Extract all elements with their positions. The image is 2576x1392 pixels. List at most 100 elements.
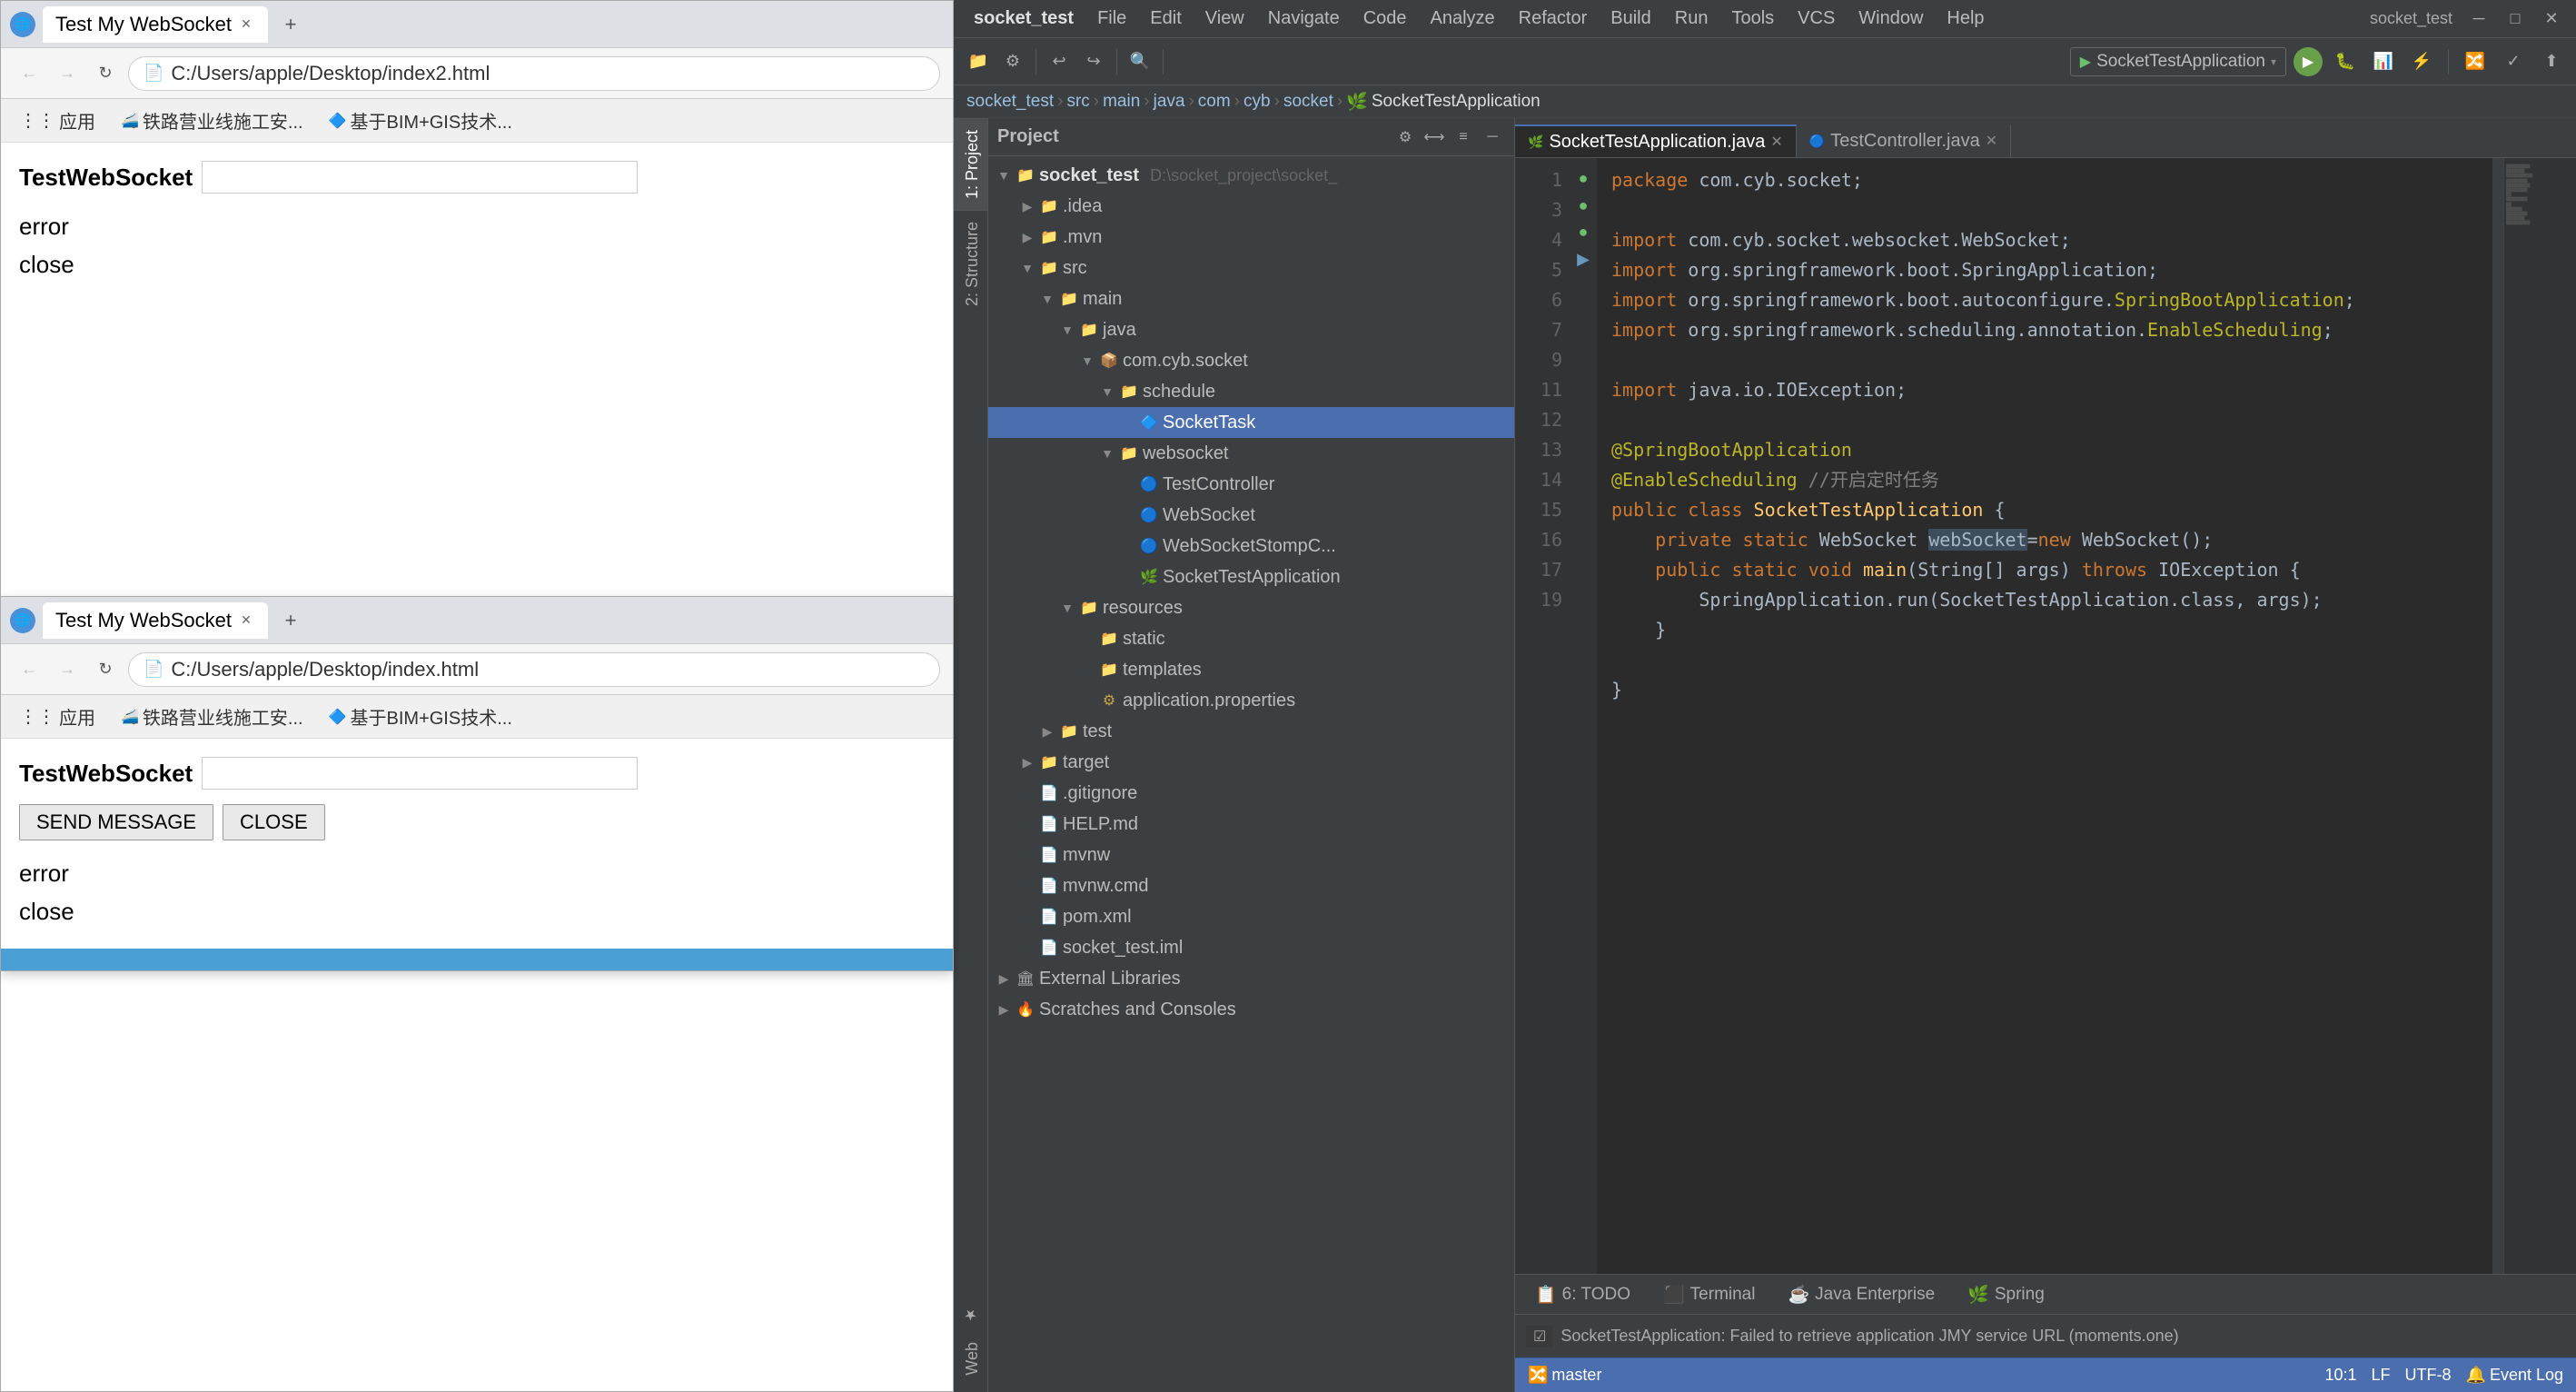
tree-websocketstomp[interactable]: 🔵 WebSocketStompC... xyxy=(988,531,1514,562)
tree-websocket-class[interactable]: 🔵 WebSocket xyxy=(988,500,1514,531)
refresh-btn-2[interactable]: ↻ xyxy=(90,654,121,685)
new-tab-btn-1[interactable]: + xyxy=(275,9,306,40)
tree-mvnw[interactable]: 📄 mvnw xyxy=(988,840,1514,870)
editor-content[interactable]: 1 3 4 5 6 7 9 11 12 13 14 15 16 17 xyxy=(1515,158,2576,1274)
close-btn[interactable]: CLOSE xyxy=(223,804,325,840)
bim-bookmark[interactable]: 🔷 基于BIM+GIS技术... xyxy=(320,104,521,137)
web-tab[interactable]: Web xyxy=(954,1335,987,1383)
forward-btn-2[interactable]: → xyxy=(52,654,83,685)
breadcrumb-socket[interactable]: socket xyxy=(1283,92,1333,112)
debug-btn[interactable]: 🐛 xyxy=(2330,46,2361,77)
close-panel-icon[interactable]: ─ xyxy=(1480,124,1505,150)
tree-static[interactable]: 📁 static xyxy=(988,623,1514,654)
tree-app-properties[interactable]: ⚙ application.properties xyxy=(988,685,1514,716)
ide-menu-run[interactable]: Run xyxy=(1664,5,1719,33)
breadcrumb-socket-test[interactable]: socket_test xyxy=(966,92,1054,112)
new-tab-btn-2[interactable]: + xyxy=(275,605,306,636)
ide-menu-file-item[interactable]: File xyxy=(1086,5,1137,33)
ide-menu-code[interactable]: Code xyxy=(1352,5,1418,33)
refresh-btn-1[interactable]: ↻ xyxy=(90,58,121,89)
tree-templates[interactable]: 📁 templates xyxy=(988,654,1514,685)
tree-testcontroller[interactable]: 🔵 TestController xyxy=(988,469,1514,500)
ide-maximize-btn[interactable]: □ xyxy=(2500,4,2531,35)
breadcrumb-main[interactable]: main xyxy=(1103,92,1140,112)
tree-pomxml[interactable]: 📄 pom.xml xyxy=(988,901,1514,932)
tab-close-2[interactable]: ✕ xyxy=(237,611,255,630)
ide-menu-file[interactable]: socket_test xyxy=(963,5,1085,33)
todo-tab[interactable]: 📋 6: TODO xyxy=(1526,1280,1640,1309)
back-btn-1[interactable]: ← xyxy=(14,58,45,89)
code-editor[interactable]: package com.cyb.socket; import com.cyb.s… xyxy=(1597,158,2492,1274)
project-tab[interactable]: 1: Project xyxy=(954,118,987,210)
java-enterprise-tab[interactable]: ☕ Java Enterprise xyxy=(1778,1280,1944,1309)
tree-schedule[interactable]: ▼ 📁 schedule xyxy=(988,376,1514,407)
browser-tab-2[interactable]: Test My WebSocket ✕ xyxy=(43,602,268,639)
run-config-dropdown[interactable]: ▶ SocketTestApplication ▾ xyxy=(2070,47,2286,76)
tree-test[interactable]: ▶ 📁 test xyxy=(988,716,1514,747)
git-btn[interactable]: 🔀 xyxy=(2460,46,2491,77)
ide-menu-refactor[interactable]: Refactor xyxy=(1508,5,1599,33)
ide-menu-window[interactable]: Window xyxy=(1848,5,1934,33)
status-line-col[interactable]: 10:1 xyxy=(2324,1366,2356,1385)
tree-target[interactable]: ▶ 📁 target xyxy=(988,747,1514,778)
ide-menu-analyze[interactable]: Analyze xyxy=(1420,5,1506,33)
tree-helpmd[interactable]: 📄 HELP.md xyxy=(988,809,1514,840)
run-btn[interactable]: ▶ xyxy=(2294,47,2323,76)
ide-menu-help[interactable]: Help xyxy=(1936,5,1995,33)
ide-menu-build[interactable]: Build xyxy=(1600,5,1661,33)
ide-menu-vcs[interactable]: VCS xyxy=(1787,5,1846,33)
tree-resources[interactable]: ▼ 📁 resources xyxy=(988,592,1514,623)
breadcrumb-cyb[interactable]: cyb xyxy=(1243,92,1271,112)
tree-sockettask[interactable]: 🔷 SocketTask xyxy=(988,407,1514,438)
commit-btn[interactable]: ✓ xyxy=(2498,46,2529,77)
undo-btn[interactable]: ↩ xyxy=(1044,46,1075,77)
send-message-btn[interactable]: SEND MESSAGE xyxy=(19,804,213,840)
tree-external-libs[interactable]: ▶ 🏛 External Libraries xyxy=(988,963,1514,994)
tree-mvn[interactable]: ▶ 📁 .mvn xyxy=(988,222,1514,253)
ide-minimize-btn[interactable]: ─ xyxy=(2463,4,2494,35)
bim-bookmark-2[interactable]: 🔷 基于BIM+GIS技术... xyxy=(320,700,521,733)
browser-tab-1[interactable]: Test My WebSocket ✕ xyxy=(43,6,268,43)
terminal-tab[interactable]: ⬛ Terminal xyxy=(1654,1280,1764,1309)
railway-bookmark[interactable]: 🚄 铁路营业线施工安... xyxy=(112,104,312,137)
breadcrumb-java[interactable]: java xyxy=(1154,92,1185,112)
run-output-toggle[interactable]: ☑ xyxy=(1526,1326,1553,1347)
tree-java[interactable]: ▼ 📁 java xyxy=(988,314,1514,345)
profile-btn[interactable]: ⚡ xyxy=(2406,46,2437,77)
gear-icon[interactable]: ⚙ xyxy=(1392,124,1418,150)
breadcrumb-sockettest[interactable]: SocketTestApplication xyxy=(1372,92,1541,112)
tab-test-controller[interactable]: 🔵 TestController.java ✕ xyxy=(1797,124,2011,157)
ide-menu-tools[interactable]: Tools xyxy=(1720,5,1785,33)
redo-btn[interactable]: ↪ xyxy=(1078,46,1109,77)
status-lf[interactable]: LF xyxy=(2372,1366,2391,1385)
tree-main[interactable]: ▼ 📁 main xyxy=(988,283,1514,314)
breadcrumb-src[interactable]: src xyxy=(1066,92,1089,112)
coverage-btn[interactable]: 📊 xyxy=(2368,46,2399,77)
tree-scratches[interactable]: ▶ 🔥 Scratches and Consoles xyxy=(988,994,1514,1025)
tree-gitignore[interactable]: 📄 .gitignore xyxy=(988,778,1514,809)
settings-btn[interactable]: ⚙ xyxy=(997,46,1028,77)
search-everywhere-btn[interactable]: 🔍 xyxy=(1125,46,1155,77)
tree-root[interactable]: ▼ 📁 socket_test D:\socket_project\socket… xyxy=(988,160,1514,191)
tree-mvnwcmd[interactable]: 📄 mvnw.cmd xyxy=(988,870,1514,901)
ws-input-2[interactable] xyxy=(202,757,638,790)
apps-bookmark[interactable]: ⋮⋮ 应用 xyxy=(10,104,104,137)
tab-close-1[interactable]: ✕ xyxy=(237,15,255,34)
tree-iml[interactable]: 📄 socket_test.iml xyxy=(988,932,1514,963)
tree-src[interactable]: ▼ 📁 src xyxy=(988,253,1514,283)
tree-websocket-folder[interactable]: ▼ 📁 websocket xyxy=(988,438,1514,469)
settings-icon[interactable]: ≡ xyxy=(1451,124,1476,150)
expand-icon[interactable]: ⟷ xyxy=(1422,124,1447,150)
push-btn[interactable]: ⬆ xyxy=(2536,46,2567,77)
vertical-scrollbar[interactable] xyxy=(2492,158,2503,1274)
tree-idea[interactable]: ▶ 📁 .idea xyxy=(988,191,1514,222)
project-icon-btn[interactable]: 📁 xyxy=(963,46,994,77)
ide-menu-view[interactable]: View xyxy=(1194,5,1255,33)
breadcrumb-com[interactable]: com xyxy=(1198,92,1231,112)
ide-menu-edit[interactable]: Edit xyxy=(1139,5,1192,33)
tab-socket-test-app[interactable]: 🌿 SocketTestApplication.java ✕ xyxy=(1515,124,1797,157)
tree-package[interactable]: ▼ 📦 com.cyb.socket xyxy=(988,345,1514,376)
ws-input-1[interactable] xyxy=(202,161,638,194)
railway-bookmark-2[interactable]: 🚄 铁路营业线施工安... xyxy=(112,700,312,733)
apps-bookmark-2[interactable]: ⋮⋮ 应用 xyxy=(10,700,104,733)
